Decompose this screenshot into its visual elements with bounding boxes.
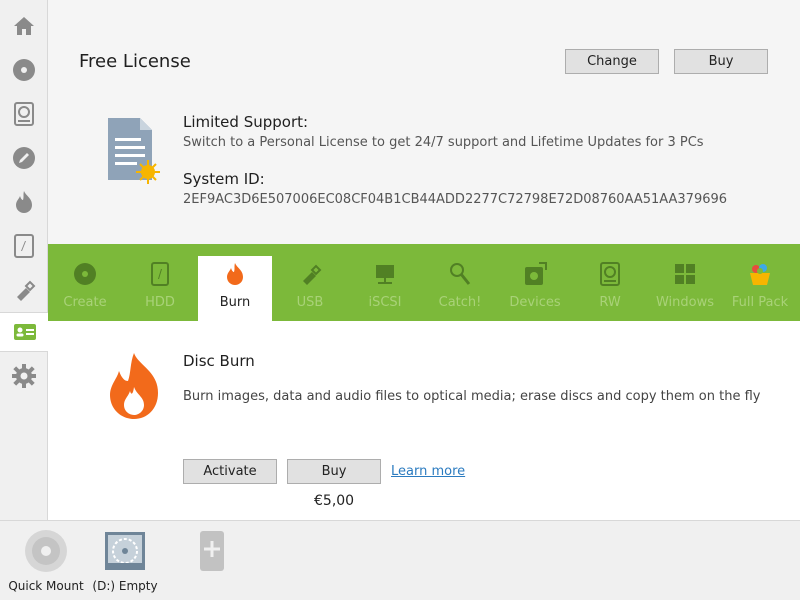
tab-label: Burn [219, 295, 251, 310]
tab-devices[interactable]: Devices [498, 256, 572, 321]
sidebar-item-settings[interactable] [0, 356, 48, 396]
tab-usb[interactable]: USB [273, 256, 347, 321]
tab-create[interactable]: Create [48, 256, 122, 321]
tab-label: Devices [509, 295, 561, 310]
activate-button[interactable]: Activate [183, 459, 277, 484]
license-panel: Free License Change Buy Limited Support:… [48, 0, 800, 244]
sidebar [0, 0, 49, 520]
sidebar-item-disc[interactable] [0, 50, 48, 90]
windows-tab-icon [675, 264, 695, 284]
product-detail: Disc Burn Burn images, data and audio fi… [48, 321, 800, 520]
sidebar-item-hdd[interactable] [0, 94, 48, 134]
usb-icon [17, 280, 36, 301]
learn-more-link[interactable]: Learn more [391, 464, 465, 479]
tab-iscsi[interactable]: iSCSI [348, 256, 422, 321]
license-card-icon [13, 324, 36, 340]
tab-label: RW [599, 295, 621, 310]
tab-label: Windows [655, 295, 715, 310]
virtual-drive-label: (D:) Empty [92, 579, 158, 593]
create-disc-icon [74, 263, 96, 285]
full-pack-tab-icon [750, 264, 770, 285]
add-device-item[interactable] [190, 529, 234, 573]
system-id-value: 2EF9AC3D6E507006EC08CF04B1CB44ADD2277C72… [183, 192, 728, 207]
tab-label: Full Pack [731, 295, 789, 310]
catch-tab-icon [450, 263, 471, 285]
buy-product-button[interactable]: Buy [287, 459, 381, 484]
catch-drive-icon [14, 234, 34, 258]
edit-pen-icon [13, 147, 35, 169]
disc-icon [13, 59, 35, 81]
virtual-drive-item[interactable]: (D:) Empty [92, 529, 158, 593]
devices-tab-icon [525, 262, 547, 285]
virtual-drive-icon [105, 532, 145, 570]
bottom-drive-bar: Quick Mount (D:) Empty [0, 520, 800, 600]
gear-icon [12, 364, 36, 388]
product-description: Burn images, data and audio files to opt… [183, 389, 761, 404]
tab-label: iSCSI [368, 295, 402, 310]
sidebar-item-home[interactable] [0, 6, 48, 46]
sidebar-item-burn[interactable] [0, 182, 48, 222]
license-title: Free License [79, 51, 191, 72]
quick-mount-disc-icon [25, 530, 67, 572]
support-heading: Limited Support: [183, 113, 309, 131]
sidebar-item-catch[interactable] [0, 226, 48, 266]
license-document-icon [108, 118, 160, 184]
tab-label: USB [296, 295, 324, 310]
tab-windows[interactable]: Windows [648, 256, 722, 321]
change-license-button[interactable]: Change [565, 49, 659, 74]
burn-flame-large-icon [110, 353, 158, 419]
sidebar-item-usb[interactable] [0, 270, 48, 310]
quick-mount-label: Quick Mount [8, 579, 84, 593]
quick-mount-item[interactable]: Quick Mount [8, 529, 84, 593]
add-device-icon [200, 531, 224, 571]
usb-tab-icon [303, 264, 322, 285]
product-price: €5,00 [314, 493, 355, 509]
iscsi-tab-icon [376, 265, 394, 284]
sidebar-item-license[interactable] [0, 312, 49, 352]
tab-hdd[interactable]: HDD [123, 256, 197, 321]
buy-license-button[interactable]: Buy [674, 49, 768, 74]
sidebar-item-edit[interactable] [0, 138, 48, 178]
tab-label: Catch! [438, 295, 482, 310]
tab-full-pack[interactable]: Full Pack [723, 256, 797, 321]
support-text: Switch to a Personal License to get 24/7… [183, 135, 704, 150]
hdd-tab-icon [151, 262, 169, 286]
tab-label: Create [63, 295, 107, 310]
tab-burn[interactable]: Burn [198, 256, 272, 321]
burn-flame-icon [16, 191, 32, 213]
hdd-icon [14, 102, 34, 126]
home-icon [14, 17, 34, 35]
system-id-heading: System ID: [183, 170, 265, 188]
tab-rw[interactable]: RW [573, 256, 647, 321]
product-title: Disc Burn [183, 352, 255, 370]
rw-tab-icon [600, 262, 620, 286]
tab-label: HDD [145, 295, 175, 310]
tab-catch[interactable]: Catch! [423, 256, 497, 321]
burn-tab-icon [227, 263, 243, 285]
product-tab-bar: Create HDD Burn USB iSCSI Catch! Devices… [48, 244, 800, 321]
